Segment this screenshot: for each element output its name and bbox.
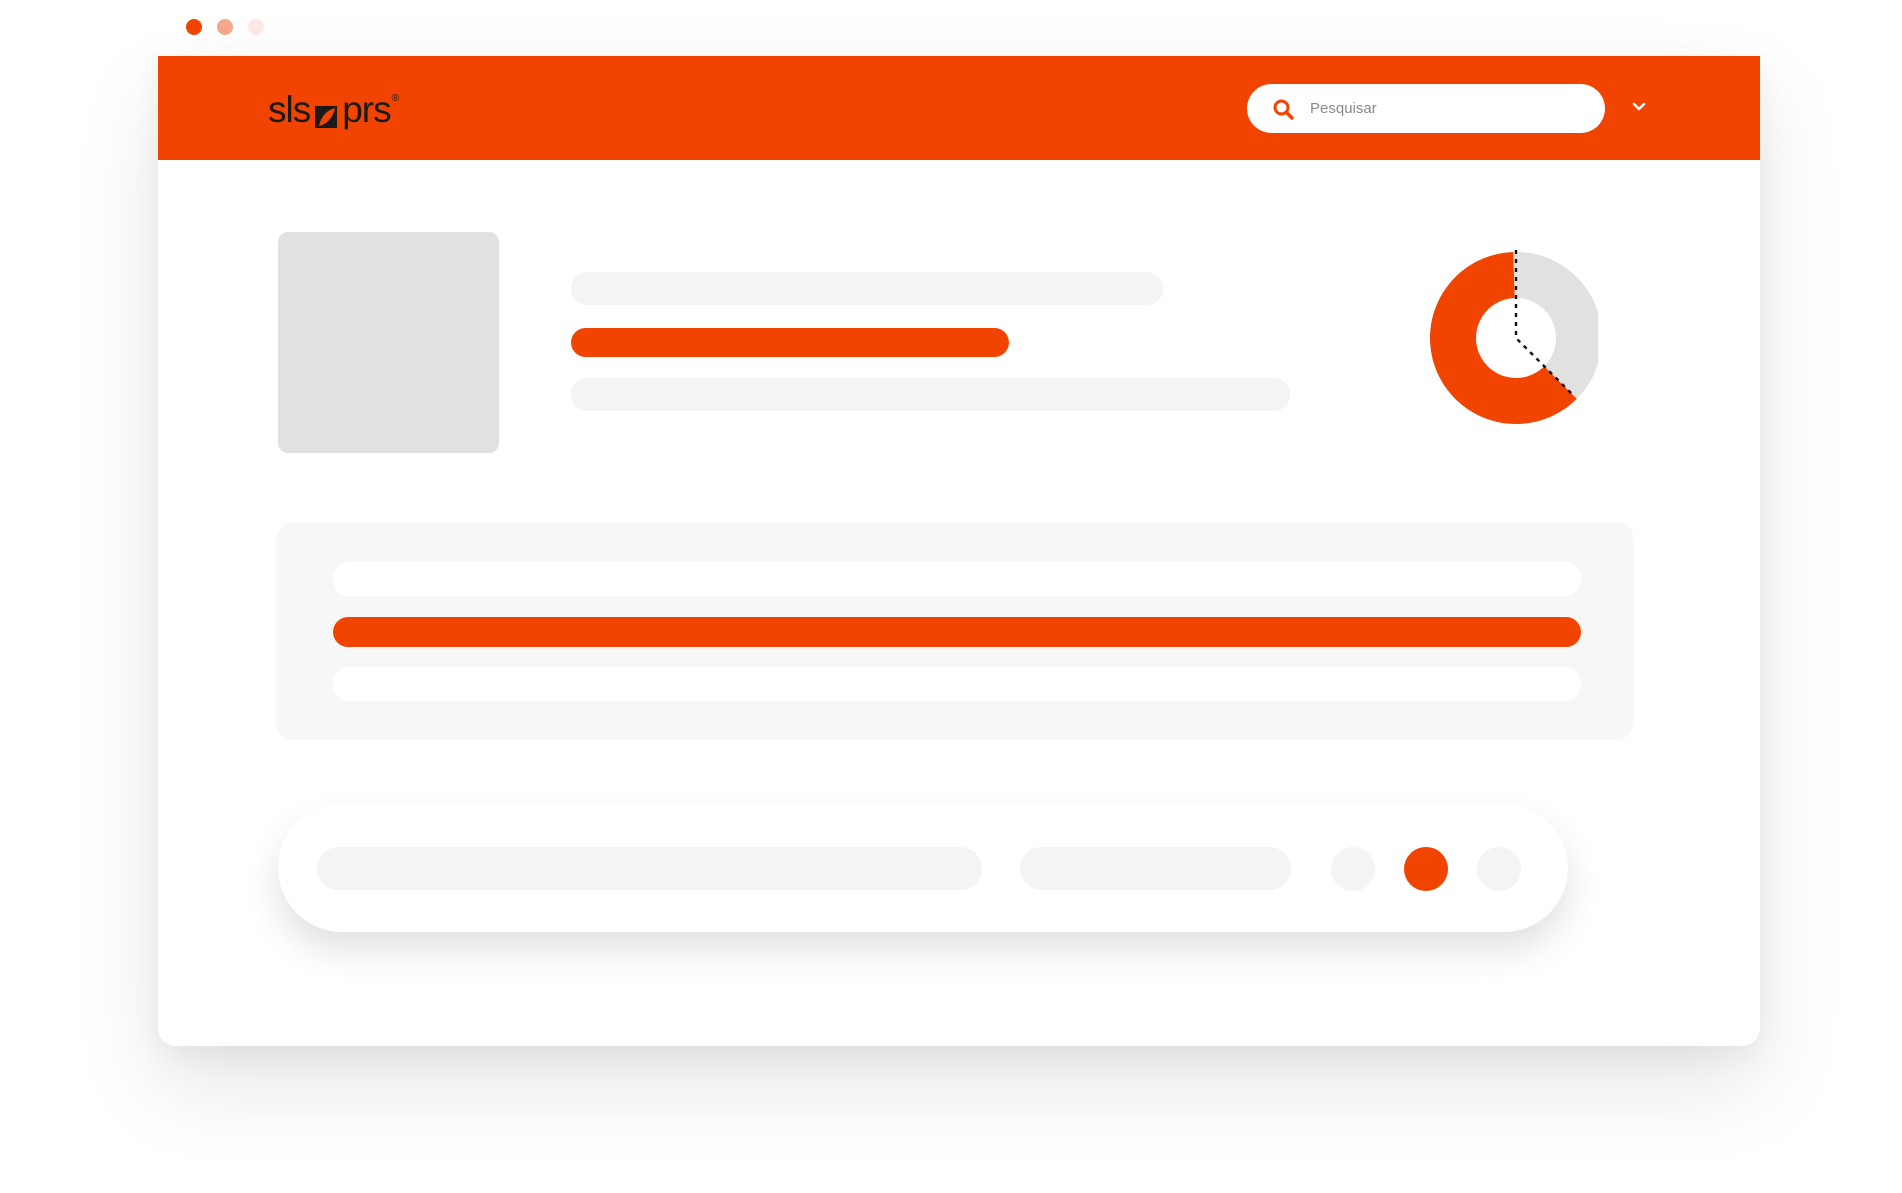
content-panel	[276, 522, 1634, 740]
donut-chart	[1430, 250, 1598, 424]
footer-skeleton-pill-1	[317, 847, 982, 890]
image-placeholder	[278, 232, 499, 453]
panel-skeleton-line-2	[333, 667, 1581, 701]
minimize-dot[interactable]	[217, 19, 233, 35]
chevron-down-icon[interactable]	[1630, 98, 1648, 116]
pagination-dot-2[interactable]	[1404, 847, 1448, 891]
title-skeleton-line	[571, 272, 1163, 305]
logo-mark-icon	[311, 99, 341, 129]
panel-highlight-line	[333, 617, 1581, 647]
top-header: sls prs ®	[158, 56, 1760, 160]
footer-card	[278, 804, 1568, 932]
highlight-skeleton-line	[571, 328, 1009, 357]
brand-logo[interactable]: sls prs ®	[268, 86, 399, 134]
logo-prefix: sls	[268, 89, 311, 130]
logo-suffix: prs	[342, 89, 391, 130]
subtitle-skeleton-line	[571, 378, 1290, 411]
search-input[interactable]	[1308, 99, 1582, 118]
logo-trademark: ®	[391, 92, 399, 104]
search-bar[interactable]	[1247, 84, 1605, 133]
search-icon	[1273, 99, 1294, 120]
app-window: sls prs ®	[158, 56, 1760, 1046]
maximize-dot[interactable]	[248, 19, 264, 35]
close-dot[interactable]	[186, 19, 202, 35]
panel-skeleton-line-1	[333, 562, 1581, 596]
pagination-dot-1[interactable]	[1331, 847, 1375, 891]
footer-skeleton-pill-2	[1020, 847, 1291, 890]
pagination-dot-3[interactable]	[1477, 847, 1521, 891]
window-controls	[186, 19, 264, 35]
